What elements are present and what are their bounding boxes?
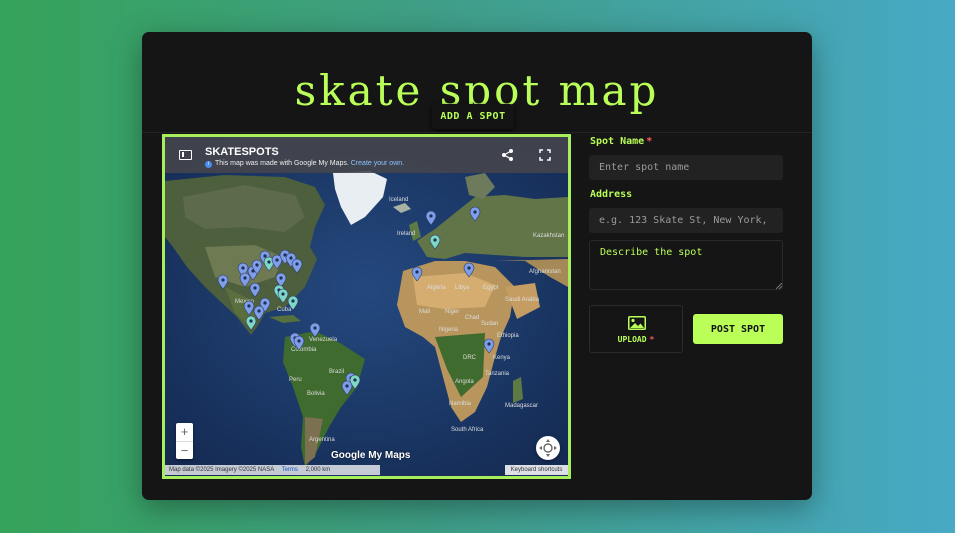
spot-name-label-text: Spot Name: [590, 136, 645, 147]
map-pin-dot: [429, 214, 433, 218]
map-pin-dot: [353, 378, 357, 382]
label-angola: Angola: [455, 379, 474, 385]
map-pin-dot: [473, 210, 477, 214]
map-pin-dot: [281, 292, 285, 296]
header-divider: [142, 132, 812, 133]
main-card: skate spot map ADD A SPOT Iceland Irelan…: [142, 32, 812, 500]
label-argentina: Argentina: [309, 437, 335, 443]
zoom-in-button[interactable]: +: [176, 423, 193, 441]
map-pin-dot: [487, 342, 491, 346]
map-pin-dot: [257, 309, 261, 313]
map-pin-dot: [249, 319, 253, 323]
label-tanzania: Tanzania: [485, 371, 510, 377]
terms-link[interactable]: Terms: [282, 467, 298, 473]
label-nigeria: Nigeria: [439, 327, 459, 333]
map-pin-dot: [243, 276, 247, 280]
resize-grip-icon[interactable]: [776, 283, 782, 289]
label-iceland: Iceland: [389, 197, 408, 203]
label-mali: Mali: [419, 309, 430, 315]
share-icon[interactable]: [501, 148, 515, 162]
label-kenya: Kenya: [493, 355, 511, 361]
zoom-out-button[interactable]: −: [176, 441, 193, 459]
label-cuba: Cuba: [277, 307, 292, 313]
required-mark: *: [646, 136, 653, 147]
map-pin-dot: [433, 238, 437, 242]
label-niger: Niger: [445, 309, 459, 315]
upload-button[interactable]: UPLOAD *: [589, 305, 683, 353]
map-name[interactable]: SKATESPOTS: [205, 146, 279, 158]
address-input[interactable]: [589, 208, 783, 233]
map-pin-dot: [467, 266, 471, 270]
zoom-control: + −: [176, 423, 193, 459]
label-drc: DRC: [463, 355, 477, 361]
label-colombia: Colombia: [291, 347, 317, 353]
map-pin-dot: [241, 266, 245, 270]
label-peru: Peru: [289, 377, 302, 383]
map-pin-dot: [253, 286, 257, 290]
map-pin-dot: [279, 276, 283, 280]
label-namibia: Namibia: [449, 401, 472, 407]
made-with-text: This map was made with Google My Maps.: [215, 160, 349, 167]
map-pin-dot: [345, 384, 349, 388]
scale-bar[interactable]: 2,000 km: [306, 467, 331, 473]
label-saudi-arabia: Saudi Arabia: [505, 297, 540, 303]
label-kazakhstan: Kazakhstan: [533, 233, 564, 239]
label-south-africa: South Africa: [451, 427, 484, 433]
label-venezuela: Venezuela: [309, 337, 338, 343]
world-map[interactable]: Iceland Ireland Kazakhstan Afghanistan A…: [165, 137, 568, 476]
keyboard-shortcuts-link[interactable]: Keyboard shortcuts: [505, 465, 568, 475]
map-embed[interactable]: Iceland Ireland Kazakhstan Afghanistan A…: [162, 134, 571, 479]
map-pin-dot: [267, 260, 271, 264]
upload-required-mark: *: [649, 335, 655, 344]
post-spot-button[interactable]: POST SPOT: [693, 314, 783, 344]
locate-icon[interactable]: [536, 436, 560, 460]
label-sudan: Sudan: [481, 321, 498, 327]
address-label: Address: [590, 189, 633, 200]
label-brazil: Brazil: [329, 369, 344, 375]
attribution-text: Map data ©2025 Imagery ©2025 NASA: [169, 467, 274, 473]
map-pin-dot: [255, 263, 259, 267]
spot-name-input[interactable]: [589, 155, 783, 180]
map-pin-dot: [295, 262, 299, 266]
upload-label-text: UPLOAD: [617, 335, 647, 344]
map-pin-dot: [291, 299, 295, 303]
image-icon: [628, 316, 646, 330]
map-pin-dot: [289, 256, 293, 260]
label-madagascar: Madagascar: [505, 403, 538, 409]
map-pin-dot: [297, 339, 301, 343]
label-algeria: Algeria: [427, 285, 446, 291]
map-pin-dot: [263, 301, 267, 305]
label-libya: Libya: [455, 285, 470, 291]
label-bolivia: Bolivia: [307, 391, 325, 397]
made-with-note: i This map was made with Google My Maps. …: [205, 160, 404, 168]
label-ethiopia: Ethiopia: [497, 333, 519, 339]
info-icon: i: [205, 161, 212, 168]
add-spot-button[interactable]: ADD A SPOT: [432, 104, 514, 129]
map-pin-dot: [313, 326, 317, 330]
map-pin-dot: [415, 270, 419, 274]
label-afghanistan: Afghanistan: [529, 269, 561, 275]
description-textarea[interactable]: [589, 240, 783, 290]
create-your-own-link[interactable]: Create your own.: [351, 160, 404, 167]
upload-label: UPLOAD *: [590, 335, 682, 344]
map-header: SKATESPOTS ☆ i This map was made with Goo…: [165, 137, 568, 173]
sidebar-icon[interactable]: [179, 150, 192, 160]
label-egypt: Egypt: [483, 285, 499, 291]
google-my-maps-logo: Google My Maps: [331, 450, 411, 461]
map-attribution: Map data ©2025 Imagery ©2025 NASA Terms …: [165, 465, 380, 475]
map-pin-dot: [221, 278, 225, 282]
fullscreen-icon[interactable]: [539, 149, 551, 161]
label-ireland: Ireland: [397, 231, 415, 237]
label-chad: Chad: [465, 315, 479, 321]
map-pin-dot: [263, 254, 267, 258]
spot-name-label: Spot Name *: [590, 136, 652, 147]
map-pin-dot: [247, 304, 251, 308]
map-pin-dot: [275, 258, 279, 262]
star-icon[interactable]: ☆: [271, 145, 279, 156]
